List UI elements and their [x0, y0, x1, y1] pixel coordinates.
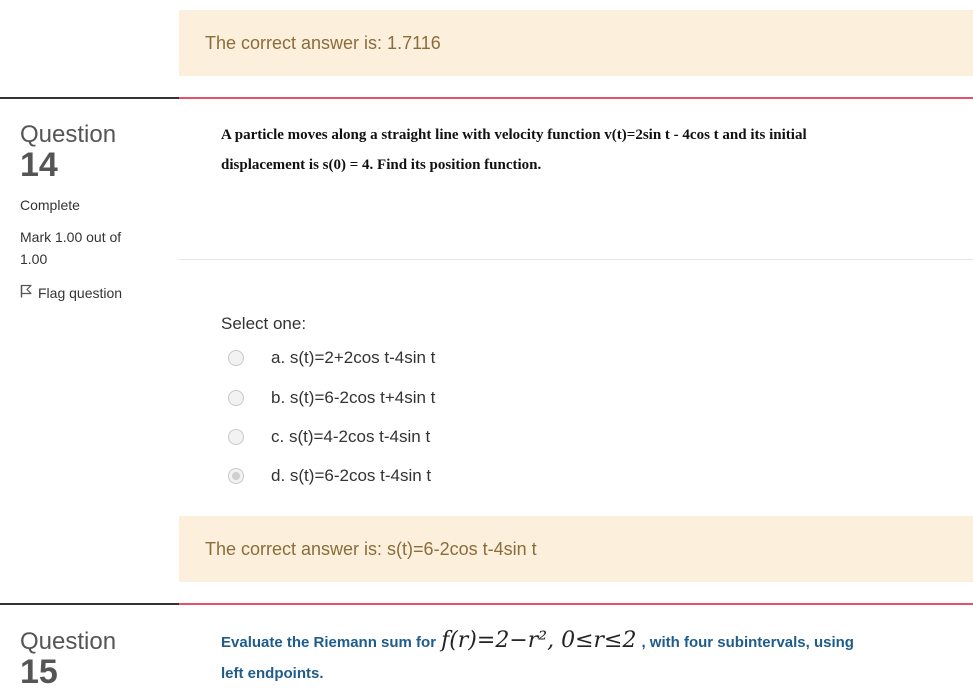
question-15-left-rule — [0, 603, 179, 605]
previous-question-feedback: The correct answer is: 1.7116 — [179, 10, 973, 76]
option-d[interactable]: d. s(t)=6-2cos t-4sin t — [228, 465, 431, 487]
option-d-label[interactable]: d. s(t)=6-2cos t-4sin t — [271, 466, 431, 486]
feedback-text: The correct answer is: 1.7116 — [205, 32, 441, 53]
option-a-label[interactable]: a. s(t)=2+2cos t-4sin t — [271, 348, 435, 368]
question-15-text-after: , with four subintervals, using — [641, 634, 854, 651]
option-b-radio[interactable] — [228, 390, 244, 406]
question-14-label: Question — [20, 121, 117, 148]
question-15-top-rule — [179, 603, 973, 605]
question-14-text-line2: displacement is s(0) = 4. Find its posit… — [221, 157, 542, 173]
question-14-mark-line2: 1.00 — [20, 251, 48, 267]
option-d-radio[interactable] — [228, 468, 244, 484]
option-b-label[interactable]: b. s(t)=6-2cos t+4sin t — [271, 388, 435, 408]
question-divider — [179, 259, 973, 260]
question-15-text-line2: left endpoints. — [221, 665, 324, 682]
flag-icon — [20, 284, 32, 301]
question-14-feedback: The correct answer is: s(t)=6-2cos t-4si… — [179, 516, 973, 582]
feedback-text: The correct answer is: s(t)=6-2cos t-4si… — [205, 538, 537, 559]
option-a-radio[interactable] — [228, 350, 244, 366]
question-15-label: Question — [20, 628, 117, 655]
flag-question-label: Flag question — [38, 284, 123, 301]
option-c-label[interactable]: c. s(t)=4-2cos t-4sin t — [271, 427, 430, 447]
select-one-label: Select one: — [221, 314, 307, 333]
option-b[interactable]: b. s(t)=6-2cos t+4sin t — [228, 387, 435, 409]
question-15-text: Evaluate the Riemann sum for f(r)=2−r², … — [221, 628, 854, 653]
question-14-number: 14 — [20, 146, 58, 184]
question-15-text-before: Evaluate the Riemann sum for — [221, 634, 437, 651]
question-14-left-rule — [0, 97, 179, 99]
flag-question-button[interactable]: Flag question — [20, 284, 122, 301]
question-14-mark-line1: Mark 1.00 out of — [20, 229, 122, 245]
option-c[interactable]: c. s(t)=4-2cos t-4sin t — [228, 426, 430, 448]
question-14-text-line1: A particle moves along a straight line w… — [221, 127, 807, 143]
question-14-state: Complete — [20, 197, 80, 213]
question-15-math: f(r)=2−r², 0≤r≤2 — [441, 628, 637, 653]
option-a[interactable]: a. s(t)=2+2cos t-4sin t — [228, 347, 435, 369]
question-15-number: 15 — [20, 653, 58, 691]
question-14-top-rule — [179, 97, 973, 99]
option-c-radio[interactable] — [228, 429, 244, 445]
